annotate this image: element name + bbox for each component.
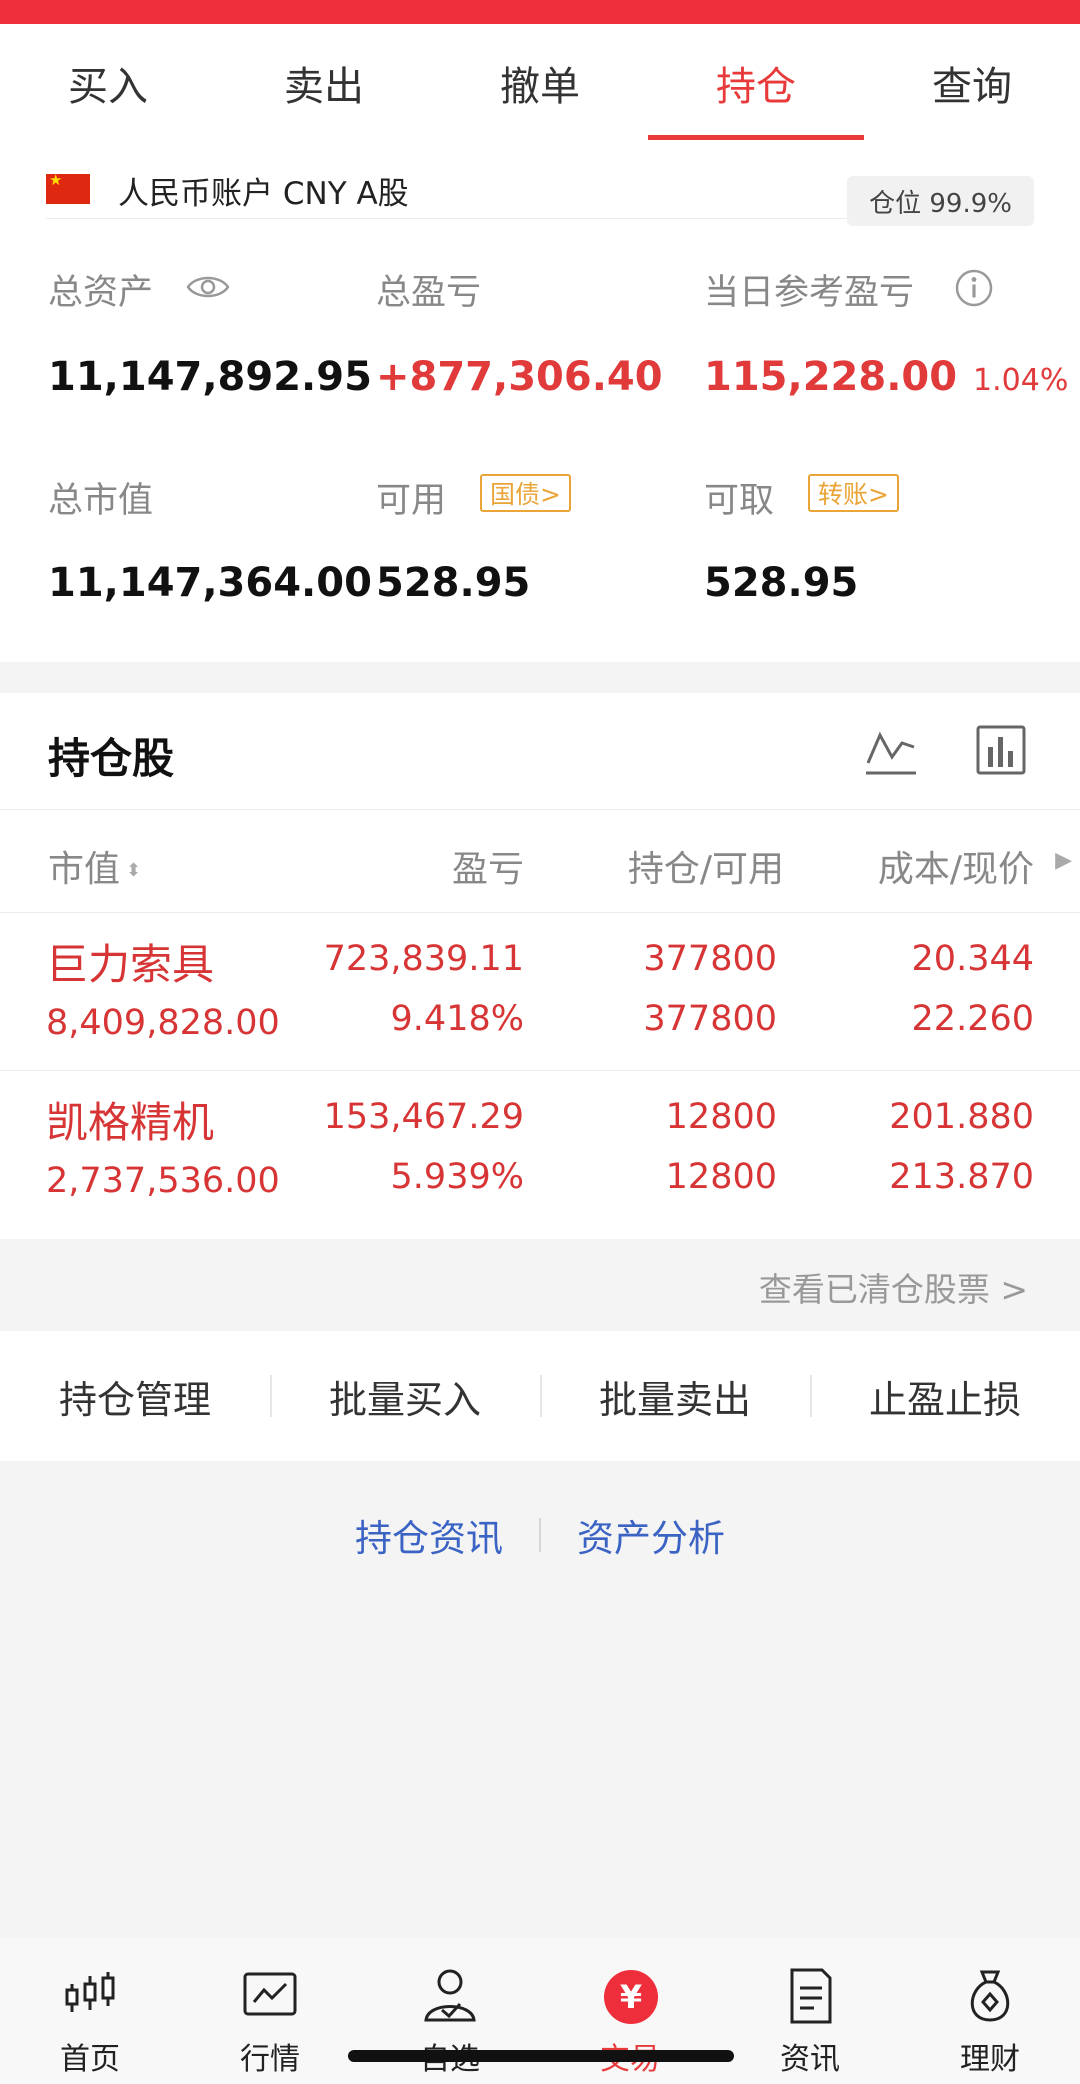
total-pnl-label: 总盈亏	[376, 273, 482, 313]
status-bar	[0, 0, 1080, 24]
bond-button[interactable]: 国债>	[480, 474, 571, 512]
holding-row[interactable]: 凯格精机 2,737,536.00 153,467.29 5.939% 1280…	[0, 1071, 1080, 1229]
tab-cancel[interactable]: 撤单	[432, 24, 648, 142]
batch-sell-button[interactable]: 批量卖出	[540, 1369, 810, 1424]
stock-available: 377800	[643, 999, 777, 1039]
total-pnl-value: +877,306.40	[376, 354, 663, 400]
cost-column-header[interactable]: 成本/现价	[878, 840, 1034, 892]
view-cleared-stocks-link[interactable]: 查看已清仓股票 >	[759, 1263, 1028, 1311]
eye-icon[interactable]	[186, 272, 230, 302]
stock-pnl: 153,467.29	[323, 1097, 524, 1137]
withdrawable-value: 528.95	[704, 560, 859, 606]
nav-label: 资讯	[780, 2042, 840, 2077]
account-summary: 人民币账户 CNY A股 仓位 99.9% 总资产 11,147,892.95 …	[0, 142, 1080, 662]
tab-sell[interactable]: 卖出	[216, 24, 432, 142]
trend-chart-icon[interactable]	[864, 723, 918, 777]
holdings-title: 持仓股	[48, 734, 175, 783]
stock-position: 377800	[643, 939, 777, 979]
chart-icon	[243, 1972, 297, 2016]
market-value-column-label: 市值	[48, 849, 121, 890]
stock-name: 凯格精机	[46, 1098, 215, 1147]
withdrawable-label: 可取	[704, 481, 775, 521]
stock-pnl-percent: 5.939%	[390, 1157, 524, 1197]
market-value-label: 总市值	[48, 481, 154, 521]
market-value-column-header[interactable]: 市值 ⬍	[48, 840, 141, 892]
tab-buy[interactable]: 买入	[0, 24, 216, 142]
nav-trade[interactable]: ¥ 交易	[540, 1938, 720, 2084]
stock-name: 巨力索具	[46, 940, 215, 989]
available-value: 528.95	[376, 560, 531, 606]
holding-actions: 持仓管理 批量买入 批量卖出 止盈止损	[0, 1331, 1080, 1461]
nav-watchlist[interactable]: 自选	[360, 1938, 540, 2084]
market-value: 11,147,364.00	[48, 560, 372, 606]
available-label: 可用	[376, 481, 447, 521]
account-selector[interactable]: 人民币账户 CNY A股 仓位 99.9%	[46, 152, 1034, 226]
transfer-button[interactable]: 转账>	[808, 474, 899, 512]
stock-price: 213.870	[889, 1157, 1034, 1197]
pnl-column-header[interactable]: 盈亏	[452, 840, 524, 892]
user-check-icon	[424, 1969, 476, 2022]
tab-query[interactable]: 查询	[864, 24, 1080, 142]
daily-pnl-amount: 115,228.00	[704, 354, 958, 400]
home-indicator	[348, 2050, 734, 2062]
daily-pnl-value: 115,228.00 1.04%	[704, 354, 1068, 400]
stock-cost: 201.880	[889, 1097, 1034, 1137]
stock-cost: 20.344	[911, 939, 1034, 979]
stock-available: 12800	[665, 1157, 777, 1197]
position-column-header[interactable]: 持仓/可用	[628, 840, 784, 892]
stock-market-value: 2,737,536.00	[46, 1161, 280, 1201]
holding-row[interactable]: 巨力索具 8,409,828.00 723,839.11 9.418% 3778…	[0, 913, 1080, 1071]
info-icon[interactable]	[954, 268, 994, 308]
document-icon	[790, 1968, 832, 2024]
total-assets-value: 11,147,892.95	[48, 354, 372, 400]
total-assets-label: 总资产	[48, 273, 154, 313]
nav-label: 行情	[240, 2042, 300, 2077]
stop-profit-loss-button[interactable]: 止盈止损	[810, 1369, 1080, 1424]
nav-market[interactable]: 行情	[180, 1938, 360, 2084]
nav-home[interactable]: 首页	[0, 1938, 180, 2084]
stock-position: 12800	[665, 1097, 777, 1137]
position-ratio-badge: 仓位 99.9%	[847, 176, 1034, 226]
account-name: 人民币账户 CNY A股	[118, 176, 409, 212]
manage-positions-button[interactable]: 持仓管理	[0, 1369, 270, 1424]
bottom-nav: 首页 行情 自选 ¥ 交易 资讯 理财	[0, 1938, 1080, 2084]
asset-analysis-link[interactable]: 资产分析	[541, 1508, 761, 1562]
stock-pnl-percent: 9.418%	[390, 999, 524, 1039]
cleared-stocks-bar: 查看已清仓股票 >	[0, 1239, 1080, 1331]
bar-chart-icon[interactable]	[974, 723, 1028, 777]
candlestick-icon	[65, 1972, 115, 2012]
money-bag-icon	[970, 1970, 1010, 2022]
china-flag-icon	[46, 171, 90, 204]
nav-news[interactable]: 资讯	[720, 1938, 900, 2084]
holdings-news-link[interactable]: 持仓资讯	[319, 1508, 539, 1562]
batch-buy-button[interactable]: 批量买入	[270, 1369, 540, 1424]
nav-label: 理财	[960, 2042, 1020, 2077]
tab-positions[interactable]: 持仓	[648, 24, 864, 142]
trade-tabs: 买入 卖出 撤单 持仓 查询	[0, 24, 1080, 142]
footer-links: 持仓资讯 资产分析	[0, 1500, 1080, 1570]
nav-wealth[interactable]: 理财	[900, 1938, 1080, 2084]
scroll-right-icon[interactable]: ▶	[1055, 848, 1072, 873]
nav-label: 首页	[60, 2042, 120, 2077]
holdings-section: 持仓股 市值 ⬍ 盈亏 持仓/可用 成本/现价 ▶ 巨力索具 8,409,828.…	[0, 693, 1080, 1239]
daily-pnl-percent: 1.04%	[973, 363, 1069, 398]
holdings-column-header: 市值 ⬍ 盈亏 持仓/可用 成本/现价 ▶	[0, 809, 1080, 913]
stock-market-value: 8,409,828.00	[46, 1003, 280, 1043]
stock-pnl: 723,839.11	[323, 939, 524, 979]
stock-price: 22.260	[911, 999, 1034, 1039]
yuan-icon: ¥	[604, 1970, 658, 2024]
daily-pnl-label: 当日参考盈亏	[704, 273, 915, 313]
sort-icon: ⬍	[126, 860, 142, 881]
